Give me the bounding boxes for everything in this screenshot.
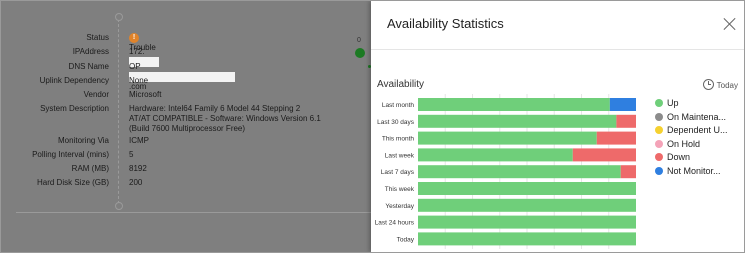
title-divider — [371, 49, 744, 50]
ip-value: 172. — [129, 47, 145, 56]
legend-swatch — [655, 99, 663, 107]
category-label: Today — [397, 236, 415, 243]
clock-icon — [702, 79, 714, 90]
detail-key: Uplink Dependency — [39, 76, 109, 85]
bar-segment[interactable] — [418, 114, 617, 128]
bar-segment[interactable] — [418, 198, 636, 212]
legend-label: On Maintena... — [667, 111, 727, 122]
legend-label: Up — [667, 98, 679, 108]
legend-swatch — [655, 139, 663, 148]
bar-segment[interactable] — [418, 148, 573, 162]
close-icon[interactable] — [723, 17, 737, 31]
bar-segment[interactable] — [418, 98, 610, 111]
detail-value: ICMP — [129, 136, 149, 145]
legend-label: Down — [667, 152, 691, 162]
detail-row-ram: RAM (MB) 8192 — [1, 162, 371, 176]
detail-value: Microsoft — [129, 90, 162, 99]
category-label: This month — [382, 136, 415, 143]
detail-row-polling-interval: Polling Interval (mins) 5 — [1, 148, 371, 162]
today-button[interactable]: Today — [702, 79, 738, 90]
bar-segment[interactable] — [418, 232, 636, 246]
legend-swatch — [655, 126, 663, 134]
legend-item[interactable]: Up — [655, 98, 744, 112]
detail-row-hard-disk-size: Hard Disk Size (GB) 200 — [1, 176, 371, 190]
detail-row-dns-name: DNS Name OP .com — [1, 60, 371, 91]
node-label: 0 — [357, 37, 361, 44]
section-title: Availability — [377, 79, 425, 90]
legend-label: Dependent U... — [667, 125, 728, 135]
detail-key: IPAddress — [72, 47, 109, 56]
detail-row-monitoring-via: Monitoring Via ICMP — [1, 134, 371, 148]
detail-row-system-description: System Description Hardware: Intel64 Fam… — [1, 102, 371, 133]
category-label: This week — [385, 186, 415, 193]
legend-item[interactable]: On Hold — [655, 138, 744, 153]
legend-item[interactable]: Dependent U... — [655, 125, 744, 139]
detail-key: Hard Disk Size (GB) — [36, 178, 109, 187]
legend-label: On Hold — [667, 138, 701, 149]
chart-legend: Up On Maintena... Dependent U... On Hold Dow… — [655, 98, 744, 180]
description-line: (Build 7600 Multiprocessor Free) — [129, 124, 246, 133]
bar-segment[interactable] — [609, 98, 636, 111]
today-label: Today — [716, 81, 738, 90]
category-label: Yesterday — [385, 203, 414, 210]
detail-row-ipaddress: IPAddress 172. — [1, 45, 371, 67]
legend-item[interactable]: On Maintena... — [655, 111, 744, 126]
category-label: Last week — [385, 152, 415, 159]
detail-row-vendor: Vendor Microsoft — [1, 88, 371, 102]
detail-value: 200 — [129, 178, 143, 187]
detail-value: None — [129, 76, 149, 85]
bar-segment[interactable] — [418, 182, 636, 195]
category-label: Last 7 days — [381, 169, 415, 176]
bar-segment[interactable] — [418, 165, 621, 179]
detail-row-status: Status ! Trouble — [1, 31, 371, 52]
category-label: Last 30 days — [377, 119, 415, 126]
detail-key: Vendor — [83, 90, 109, 99]
detail-key: RAM (MB) — [71, 164, 109, 173]
category-label: Last month — [382, 102, 415, 109]
app-frame: Status ! Trouble IPAddress 172. DNS Name … — [0, 0, 745, 253]
detail-row-uplink-dependency: Uplink Dependency None — [1, 74, 371, 88]
detail-key: Polling Interval (mins) — [32, 150, 109, 159]
bar-segment[interactable] — [418, 131, 597, 145]
bar-segment[interactable] — [572, 148, 636, 162]
detail-key: System Description — [40, 104, 109, 113]
panel-title: Availability Statistics — [387, 16, 504, 31]
legend-swatch — [655, 112, 663, 121]
legend-label: Not Monitor... — [667, 165, 721, 176]
bar-segment[interactable] — [418, 215, 636, 229]
dns-value: OP — [129, 62, 141, 71]
detail-value: 8192 — [129, 164, 147, 173]
description-line: AT/AT COMPATIBLE - Software: Windows Ver… — [129, 114, 321, 123]
bar-segment[interactable] — [616, 114, 636, 128]
detail-value: 5 — [129, 150, 134, 159]
topology-node — [355, 48, 365, 58]
details-bottom-divider — [16, 212, 371, 213]
detail-key: Status — [86, 33, 109, 42]
bar-segment[interactable] — [596, 131, 636, 145]
legend-item[interactable]: Down — [655, 152, 744, 166]
device-details-panel: Status ! Trouble IPAddress 172. DNS Name … — [1, 1, 371, 252]
category-label: Last 24 hours — [375, 220, 415, 227]
legend-swatch — [655, 166, 663, 175]
warning-icon: ! — [129, 33, 139, 43]
bar-segment[interactable] — [620, 165, 636, 179]
legend-swatch — [655, 153, 663, 161]
legend-item[interactable]: Not Monitor... — [655, 165, 744, 180]
detail-key: Monitoring Via — [58, 136, 109, 145]
availability-chart: Last month Last 30 days This month Last wee… — [375, 94, 636, 249]
availability-statistics-panel: Availability Statistics Availability Tod… — [371, 1, 744, 252]
detail-key: DNS Name — [68, 62, 109, 71]
description-line: Hardware: Intel64 Family 6 Model 44 Step… — [129, 104, 301, 113]
